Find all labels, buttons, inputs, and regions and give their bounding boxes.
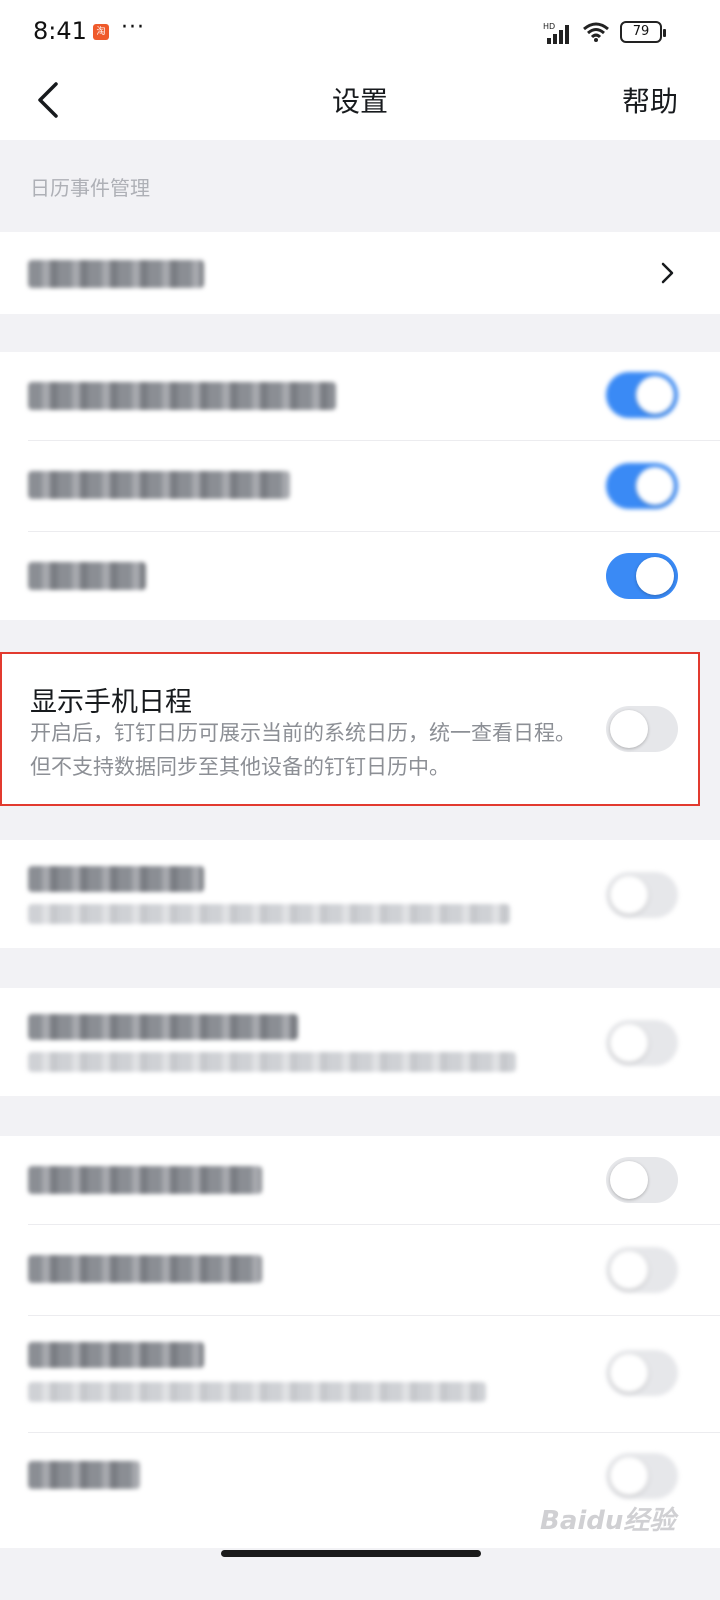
toggle-knob (610, 876, 648, 914)
more-notifications-icon: ··· (121, 15, 145, 40)
setting-toggle[interactable] (606, 553, 678, 599)
display-settings-card (0, 1136, 720, 1548)
toggle-knob (610, 1354, 648, 1392)
blurred-label (28, 866, 204, 892)
blurred-label (28, 260, 204, 288)
blurred-label (28, 1014, 298, 1040)
status-time: 8:41 (33, 17, 87, 45)
toggle-knob (610, 1251, 648, 1289)
taobao-notification-icon: 淘 (93, 24, 109, 40)
blurred-label (28, 382, 336, 410)
sync-settings-card (0, 352, 720, 620)
setting-row (0, 840, 720, 948)
setting-toggle[interactable] (606, 1247, 678, 1293)
blurred-label (28, 1166, 262, 1194)
toggle-knob (610, 1024, 648, 1062)
blurred-setting-card (0, 840, 720, 948)
calendar-event-row[interactable] (0, 232, 720, 314)
toggle-knob (636, 557, 674, 595)
blurred-label (28, 1342, 204, 1368)
setting-row (0, 532, 720, 620)
toggle-knob (636, 376, 674, 414)
show-phone-schedule-description: 开启后，钉钉日历可展示当前的系统日历，统一查看日程。但不支持数据同步至其他设备的… (30, 721, 576, 779)
help-button[interactable]: 帮助 (622, 80, 678, 120)
blurred-label (28, 471, 290, 499)
blurred-label (28, 562, 146, 590)
calendar-event-card (0, 232, 720, 314)
blurred-label (28, 1461, 140, 1489)
toggle-knob (610, 710, 648, 748)
toggle-knob (636, 467, 674, 505)
setting-toggle[interactable] (606, 463, 678, 509)
setting-row (0, 441, 720, 531)
blurred-description (28, 904, 510, 924)
blurred-description (28, 1382, 486, 1402)
setting-toggle[interactable] (606, 372, 678, 418)
section-header-calendar-events: 日历事件管理 (30, 176, 150, 200)
setting-toggle[interactable] (606, 1020, 678, 1066)
nav-bar: 设置 帮助 (0, 64, 720, 140)
toggle-knob (610, 1457, 648, 1495)
setting-row (0, 1225, 720, 1315)
battery-icon: 79 (620, 21, 666, 43)
setting-toggle[interactable] (606, 1350, 678, 1396)
back-button[interactable] (26, 76, 74, 124)
setting-toggle[interactable] (606, 872, 678, 918)
wifi-icon (583, 22, 609, 42)
blurred-label (28, 1255, 262, 1283)
show-phone-schedule-title: 显示手机日程 (30, 687, 192, 718)
blurred-description (28, 1052, 516, 1072)
setting-row (0, 1316, 720, 1432)
blurred-setting-card (0, 988, 720, 1096)
status-bar: 8:41 淘 ··· HD 79 (0, 0, 720, 64)
svg-text:HD: HD (543, 22, 555, 31)
home-indicator[interactable] (221, 1550, 481, 1557)
setting-row (0, 352, 720, 440)
setting-row (0, 988, 720, 1096)
show-phone-schedule-row: 显示手机日程 开启后，钉钉日历可展示当前的系统日历，统一查看日程。但不支持数据同… (0, 652, 700, 806)
setting-toggle[interactable] (606, 1453, 678, 1499)
toggle-knob (610, 1161, 648, 1199)
page-title: 设置 (331, 85, 388, 118)
chevron-left-icon (38, 82, 58, 118)
baidu-watermark: Baidu经验 (540, 1506, 676, 1536)
chevron-right-icon (661, 262, 674, 284)
show-phone-schedule-toggle[interactable] (606, 706, 678, 752)
signal-icon: HD (543, 22, 569, 44)
setting-toggle[interactable] (606, 1157, 678, 1203)
setting-row (0, 1136, 720, 1224)
